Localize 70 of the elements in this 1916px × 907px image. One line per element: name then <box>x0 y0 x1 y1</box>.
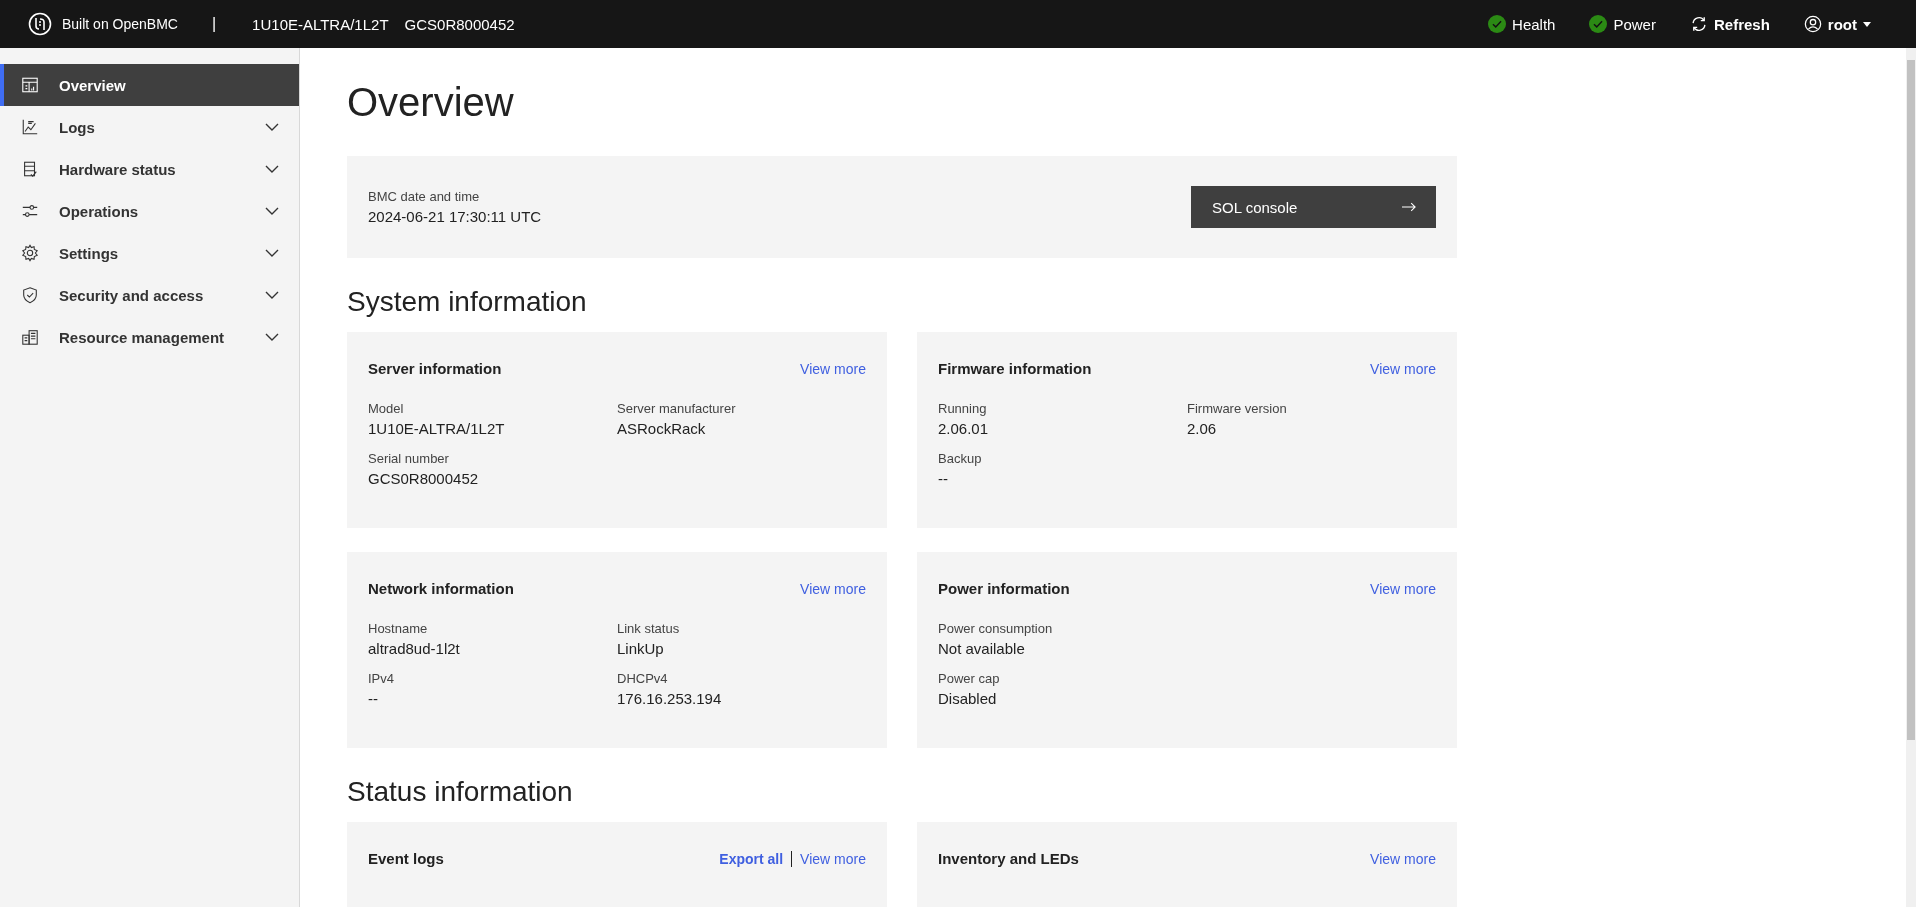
field-value: 2.06.01 <box>938 420 990 437</box>
card-title: Network information <box>368 580 514 597</box>
field-value: -- <box>938 470 949 487</box>
card-title: Firmware information <box>938 360 1092 377</box>
field-label: Server manufacturer <box>617 401 737 416</box>
field-value: 1U10E-ALTRA/1L2T <box>368 420 506 437</box>
card-title: Inventory and LEDs <box>938 850 1079 867</box>
field-value: -- <box>368 690 379 707</box>
sidebar-item[interactable]: Security and access <box>0 274 299 316</box>
sidebar-item[interactable]: Operations <box>0 190 299 232</box>
server-serial: GCS0R8000452 <box>404 15 515 33</box>
status-label: Power <box>1613 15 1656 33</box>
view-more-link[interactable]: View more <box>1370 851 1436 867</box>
field-value: 2.06 <box>1187 420 1218 437</box>
export-link[interactable]: Export all <box>719 851 784 867</box>
field-label: Power consumption <box>938 621 1054 636</box>
field-label: Model <box>368 401 405 416</box>
user-icon <box>1803 15 1822 33</box>
field-label: IPv4 <box>368 671 395 686</box>
view-more-link[interactable]: View more <box>800 361 866 377</box>
sidebar-item[interactable]: Logs <box>0 106 299 148</box>
arrow-right-icon <box>1402 202 1416 212</box>
view-more-link[interactable]: View more <box>1370 581 1436 597</box>
sidebar-item[interactable]: Resource management <box>0 316 299 358</box>
card-title: Server information <box>368 360 502 377</box>
field-value: ASRockRack <box>617 420 707 437</box>
field-value: 176.16.253.194 <box>617 690 723 707</box>
field-value: altrad8ud-1l2t <box>368 640 461 657</box>
logo-icon <box>28 12 52 36</box>
scrollbar[interactable] <box>1906 48 1916 907</box>
section-title: Status information <box>347 776 574 808</box>
separator: | <box>211 15 217 33</box>
page-title: Overview <box>347 79 515 126</box>
sliders-icon <box>21 202 39 220</box>
dashboard-icon <box>21 76 39 94</box>
chart-icon <box>21 118 39 136</box>
sol-console-button[interactable]: SOL console <box>1191 186 1436 228</box>
card-title: Event logs <box>368 850 444 867</box>
view-more-link[interactable]: View more <box>1370 361 1436 377</box>
sidebar-item[interactable]: Settings <box>0 232 299 274</box>
field-label: Running <box>938 401 988 416</box>
view-more-link[interactable]: View more <box>800 851 866 867</box>
field-value: Disabled <box>938 690 998 707</box>
gear-icon <box>21 244 39 262</box>
server-icon <box>21 160 39 178</box>
field-label: DHCPv4 <box>617 671 669 686</box>
caret-icon <box>1863 21 1871 27</box>
field-value: Not available <box>938 640 1026 657</box>
field-label: Power cap <box>938 671 1001 686</box>
field-label: Backup <box>938 451 983 466</box>
building-icon <box>21 328 39 346</box>
card-title: Power information <box>938 580 1070 597</box>
status-label: Health <box>1512 15 1556 33</box>
field-label: Hostname <box>368 621 429 636</box>
field-label: Serial number <box>368 451 450 466</box>
field-label: BMC date and time <box>368 189 481 204</box>
refresh-button[interactable]: Refresh <box>1689 15 1770 33</box>
server-model: 1U10E-ALTRA/1L2T <box>252 15 389 33</box>
sidebar-item[interactable]: Overview <box>0 64 299 106</box>
field-value: LinkUp <box>617 640 665 657</box>
field-label: Link status <box>617 621 681 636</box>
field-value: GCS0R8000452 <box>368 470 480 487</box>
section-title: System information <box>347 286 588 318</box>
brand-text: Built on OpenBMC <box>62 16 178 32</box>
sidebar-item[interactable]: Hardware status <box>0 148 299 190</box>
field-label: Firmware version <box>1187 401 1288 416</box>
shield-icon <box>21 286 39 304</box>
user-menu-button[interactable]: root <box>1803 15 1871 33</box>
view-more-link[interactable]: View more <box>800 581 866 597</box>
field-value: 2024-06-21 17:30:11 UTC <box>368 208 542 225</box>
